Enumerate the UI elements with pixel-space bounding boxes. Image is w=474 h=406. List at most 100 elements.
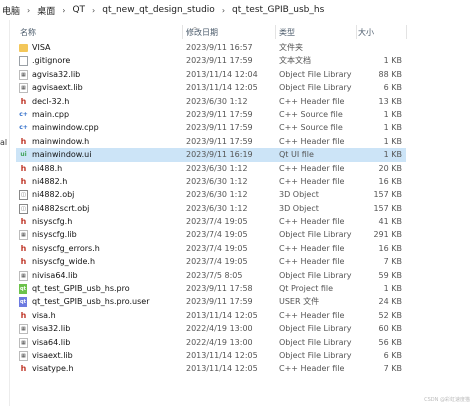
file-name: qt_test_GPIB_usb_hs.pro [32, 284, 130, 294]
file-row[interactable]: h decl-32.h 2023/6/30 1:12 C++ Header file 1… [16, 95, 406, 108]
file-name: .gitignore [32, 56, 71, 66]
file-row[interactable]: c+ main.cpp 2023/9/11 17:59 C++ Source file… [16, 108, 406, 121]
file-row[interactable]: ▦ visa32.lib 2022/4/19 13:00 Object File Li… [16, 322, 406, 335]
file-size: 157 KB [373, 190, 402, 200]
column-divider[interactable] [275, 25, 276, 39]
object-file-icon: ◫ [19, 190, 28, 201]
file-row[interactable]: h nisyscfg_wide.h 2023/7/4 19:05 C++ Header… [16, 255, 406, 268]
file-name: qt_test_GPIB_usb_hs.pro.user [32, 297, 150, 307]
file-row[interactable]: h nisyscfg_errors.h 2023/7/4 19:05 C++ Head… [16, 242, 406, 255]
file-size: 1 KB [383, 150, 402, 160]
text-file-icon [19, 56, 28, 67]
file-size: 41 KB [378, 217, 402, 227]
file-modified-date: 2023/6/30 1:12 [186, 190, 248, 200]
file-type: C++ Header file [279, 163, 345, 173]
file-row[interactable]: h nisyscfg.h 2023/7/4 19:05 C++ Header file… [16, 215, 406, 228]
qt-project-icon: qt [19, 284, 27, 295]
file-type: 文本文档 [279, 56, 311, 66]
file-name: mainwindow.h [32, 136, 90, 146]
column-divider[interactable] [406, 25, 407, 39]
cpp-file-icon: c+ [19, 124, 28, 132]
file-row[interactable]: ▦ nivisa64.lib 2023/7/5 8:05 Object File Li… [16, 269, 406, 282]
file-row[interactable]: h visatype.h 2013/11/14 12:05 C++ Header fi… [16, 362, 406, 375]
file-row[interactable]: ▦ agvisaext.lib 2013/11/14 12:05 Object Fil… [16, 81, 406, 94]
breadcrumb-separator-icon[interactable]: › [217, 6, 230, 15]
file-row[interactable]: ▦ nisyscfg.lib 2023/7/4 19:05 Object File L… [16, 228, 406, 241]
file-name: nisyscfg_wide.h [32, 257, 96, 267]
file-type: Object File Library [279, 337, 352, 347]
breadcrumb-item[interactable]: qt_new_qt_design_studio [100, 5, 217, 15]
file-modified-date: 2023/9/11 17:59 [186, 123, 253, 133]
file-size: 291 KB [373, 230, 402, 240]
ui-file-icon: ui [20, 151, 27, 159]
breadcrumb-item[interactable]: QT [70, 5, 87, 15]
file-row[interactable]: ▦ agvisa32.lib 2013/11/14 12:04 Object File… [16, 68, 406, 81]
nav-pane-fragment: al [0, 138, 8, 147]
file-row[interactable]: h visa.h 2013/11/14 12:05 C++ Header file 52… [16, 309, 406, 322]
file-modified-date: 2023/9/11 17:59 [186, 56, 253, 66]
file-modified-date: 2022/4/19 13:00 [186, 324, 253, 334]
file-type: C++ Header file [279, 310, 345, 320]
file-modified-date: 2023/6/30 1:12 [186, 203, 248, 213]
file-row[interactable]: ◫ ni4882scrt.obj 2023/6/30 1:12 3D Object 15… [16, 202, 406, 215]
file-modified-date: 2023/7/4 19:05 [186, 230, 248, 240]
column-header-size[interactable]: 大小 [358, 27, 374, 38]
file-size: 59 KB [378, 270, 402, 280]
file-modified-date: 2023/6/30 1:12 [186, 96, 248, 106]
breadcrumb-separator-icon[interactable]: › [22, 6, 35, 15]
file-type: C++ Source file [279, 123, 343, 133]
file-type: C++ Header file [279, 243, 345, 253]
lib-file-icon: ▦ [19, 270, 28, 281]
file-row[interactable]: h mainwindow.h 2023/9/11 17:59 C++ Header f… [16, 135, 406, 148]
column-header-date[interactable]: 修改日期 [186, 27, 218, 38]
breadcrumb-item[interactable]: qt_test_GPIB_usb_hs [230, 5, 326, 15]
file-size: 1 KB [383, 284, 402, 294]
file-modified-date: 2023/7/4 19:05 [186, 243, 248, 253]
file-row[interactable]: ◫ ni4882.obj 2023/6/30 1:12 3D Object 157 KB [16, 188, 406, 201]
file-type: Object File Library [279, 270, 352, 280]
file-list: VISA 2023/9/11 16:57 文件夹 .gitignore 2023/9/1… [16, 41, 406, 376]
file-name: decl-32.h [32, 96, 70, 106]
file-name: agvisaext.lib [32, 83, 83, 93]
file-modified-date: 2023/9/11 17:59 [186, 297, 253, 307]
column-divider[interactable] [182, 25, 183, 39]
lib-file-icon: ▦ [19, 350, 28, 361]
file-name: ni488.h [32, 163, 63, 173]
file-name: nisyscfg_errors.h [32, 243, 100, 253]
file-row[interactable]: h ni4882.h 2023/6/30 1:12 C++ Header file 16… [16, 175, 406, 188]
navigation-pane[interactable]: al [0, 20, 10, 406]
file-name: visa64.lib [32, 337, 71, 347]
header-file-icon: h [20, 243, 27, 253]
file-size: 56 KB [378, 337, 402, 347]
breadcrumb-separator-icon[interactable]: › [57, 6, 70, 15]
file-row[interactable]: h ni488.h 2023/6/30 1:12 C++ Header file 20 … [16, 162, 406, 175]
file-row[interactable]: qt qt_test_GPIB_usb_hs.pro 2023/9/11 17:58… [16, 282, 406, 295]
watermark: CSDN @彩虹速度猫 [424, 397, 470, 403]
breadcrumb-item[interactable]: 电脑 [0, 4, 22, 17]
file-row[interactable]: qt qt_test_GPIB_usb_hs.pro.user 2023/9/11 … [16, 295, 406, 308]
header-file-icon: h [20, 96, 27, 106]
object-file-icon: ◫ [19, 203, 28, 214]
header-file-icon: h [20, 310, 27, 320]
file-row[interactable]: ▦ visa64.lib 2022/4/19 13:00 Object File Li… [16, 336, 406, 349]
file-row[interactable]: ui mainwindow.ui 2023/9/11 16:19 Qt UI file… [16, 148, 406, 162]
header-file-icon: h [20, 217, 27, 227]
column-header-name[interactable]: 名称 [20, 27, 36, 38]
file-size: 1 KB [383, 56, 402, 66]
file-modified-date: 2023/9/11 16:57 [186, 43, 253, 52]
breadcrumb-item[interactable]: 桌面 [35, 4, 57, 17]
breadcrumb-separator-icon[interactable]: › [87, 6, 100, 15]
file-modified-date: 2023/9/11 17:59 [186, 109, 253, 119]
file-size: 7 KB [383, 364, 402, 374]
file-row[interactable]: c+ mainwindow.cpp 2023/9/11 17:59 C++ Sourc… [16, 121, 406, 134]
column-header-type[interactable]: 类型 [279, 27, 295, 38]
file-row[interactable]: .gitignore 2023/9/11 17:59 文本文档 1 KB [16, 54, 406, 67]
column-divider[interactable] [356, 25, 357, 39]
file-type: Qt Project file [279, 284, 334, 294]
file-size: 24 KB [378, 297, 402, 307]
lib-file-icon: ▦ [19, 230, 28, 241]
file-row[interactable]: ▦ visaext.lib 2013/11/14 12:05 Object File … [16, 349, 406, 362]
cpp-file-icon: c+ [19, 110, 28, 118]
file-type: C++ Source file [279, 109, 343, 119]
file-row[interactable]: VISA 2023/9/11 16:57 文件夹 [16, 41, 406, 54]
